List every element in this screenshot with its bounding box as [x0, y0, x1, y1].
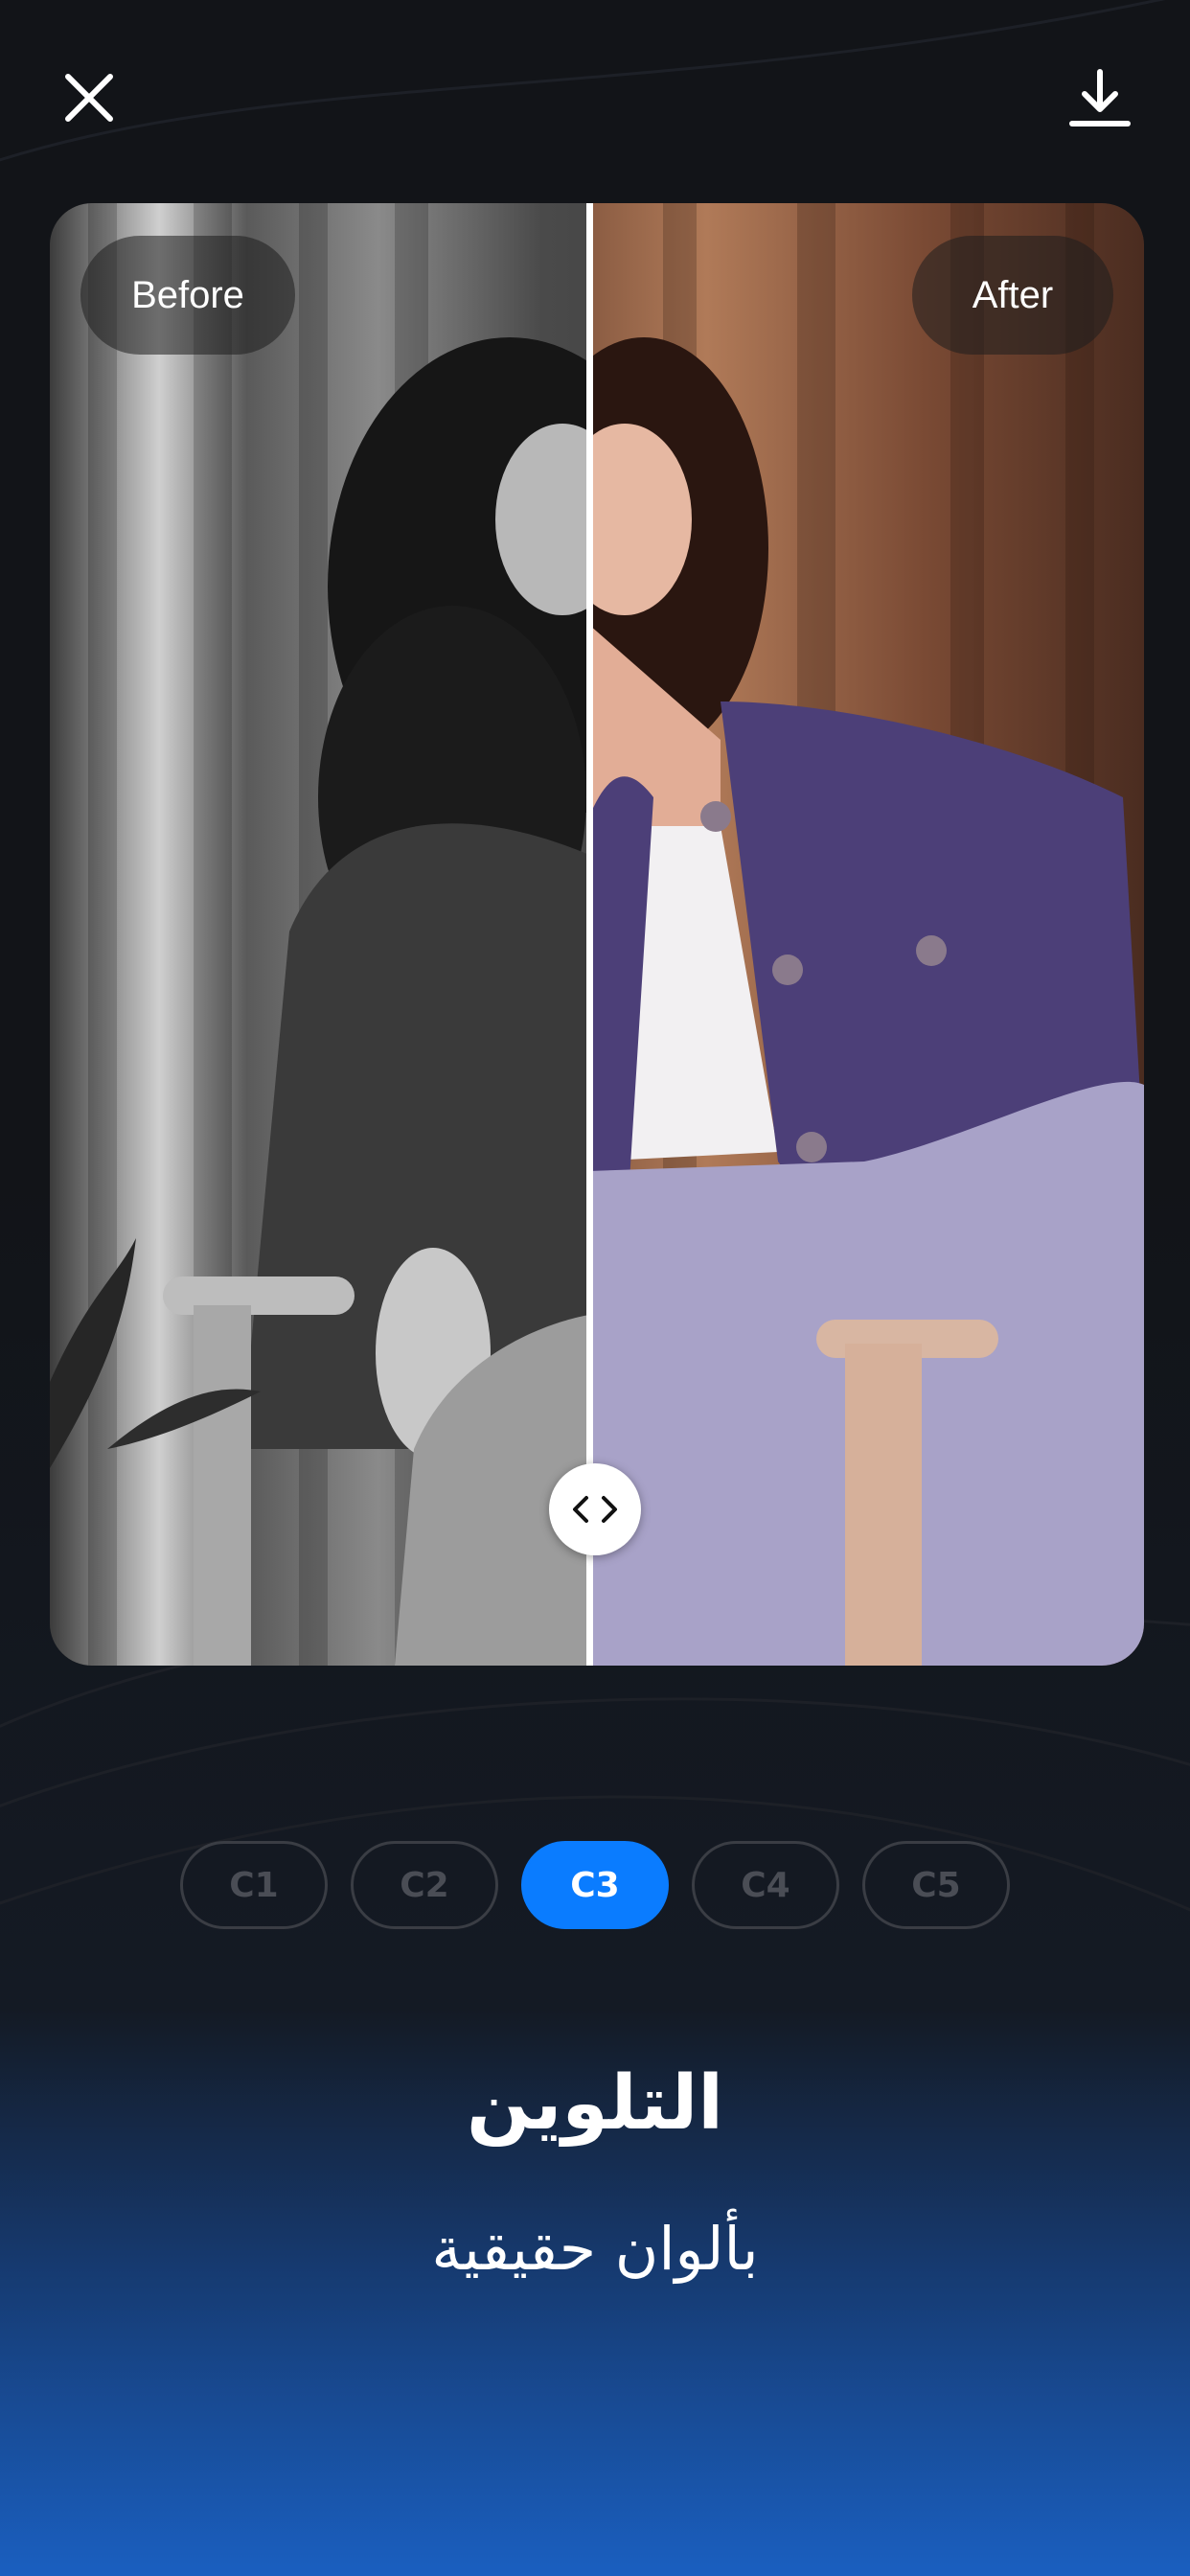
comparison-photo: [50, 203, 1144, 1666]
chip-c1[interactable]: C1: [180, 1841, 328, 1929]
download-button[interactable]: [1054, 52, 1146, 144]
model-selector: C1 C2 C3 C4 C5: [0, 1841, 1190, 1929]
chip-c5[interactable]: C5: [862, 1841, 1010, 1929]
before-label: Before: [80, 236, 295, 355]
compare-slider-handle[interactable]: [549, 1463, 641, 1555]
chip-c3[interactable]: C3: [521, 1841, 669, 1929]
close-button[interactable]: [43, 52, 135, 144]
chip-c4[interactable]: C4: [692, 1841, 839, 1929]
chevrons-left-right-icon: [573, 1496, 617, 1523]
before-after-comparison[interactable]: Before After: [50, 203, 1144, 1666]
feature-subtitle: بألوان حقيقية: [431, 2214, 759, 2284]
feature-title: التلوين: [466, 2060, 724, 2147]
download-icon: [1069, 69, 1131, 126]
close-icon: [65, 74, 113, 122]
compare-divider-line[interactable]: [586, 203, 593, 1666]
chip-c2[interactable]: C2: [351, 1841, 498, 1929]
after-label: After: [912, 236, 1113, 355]
